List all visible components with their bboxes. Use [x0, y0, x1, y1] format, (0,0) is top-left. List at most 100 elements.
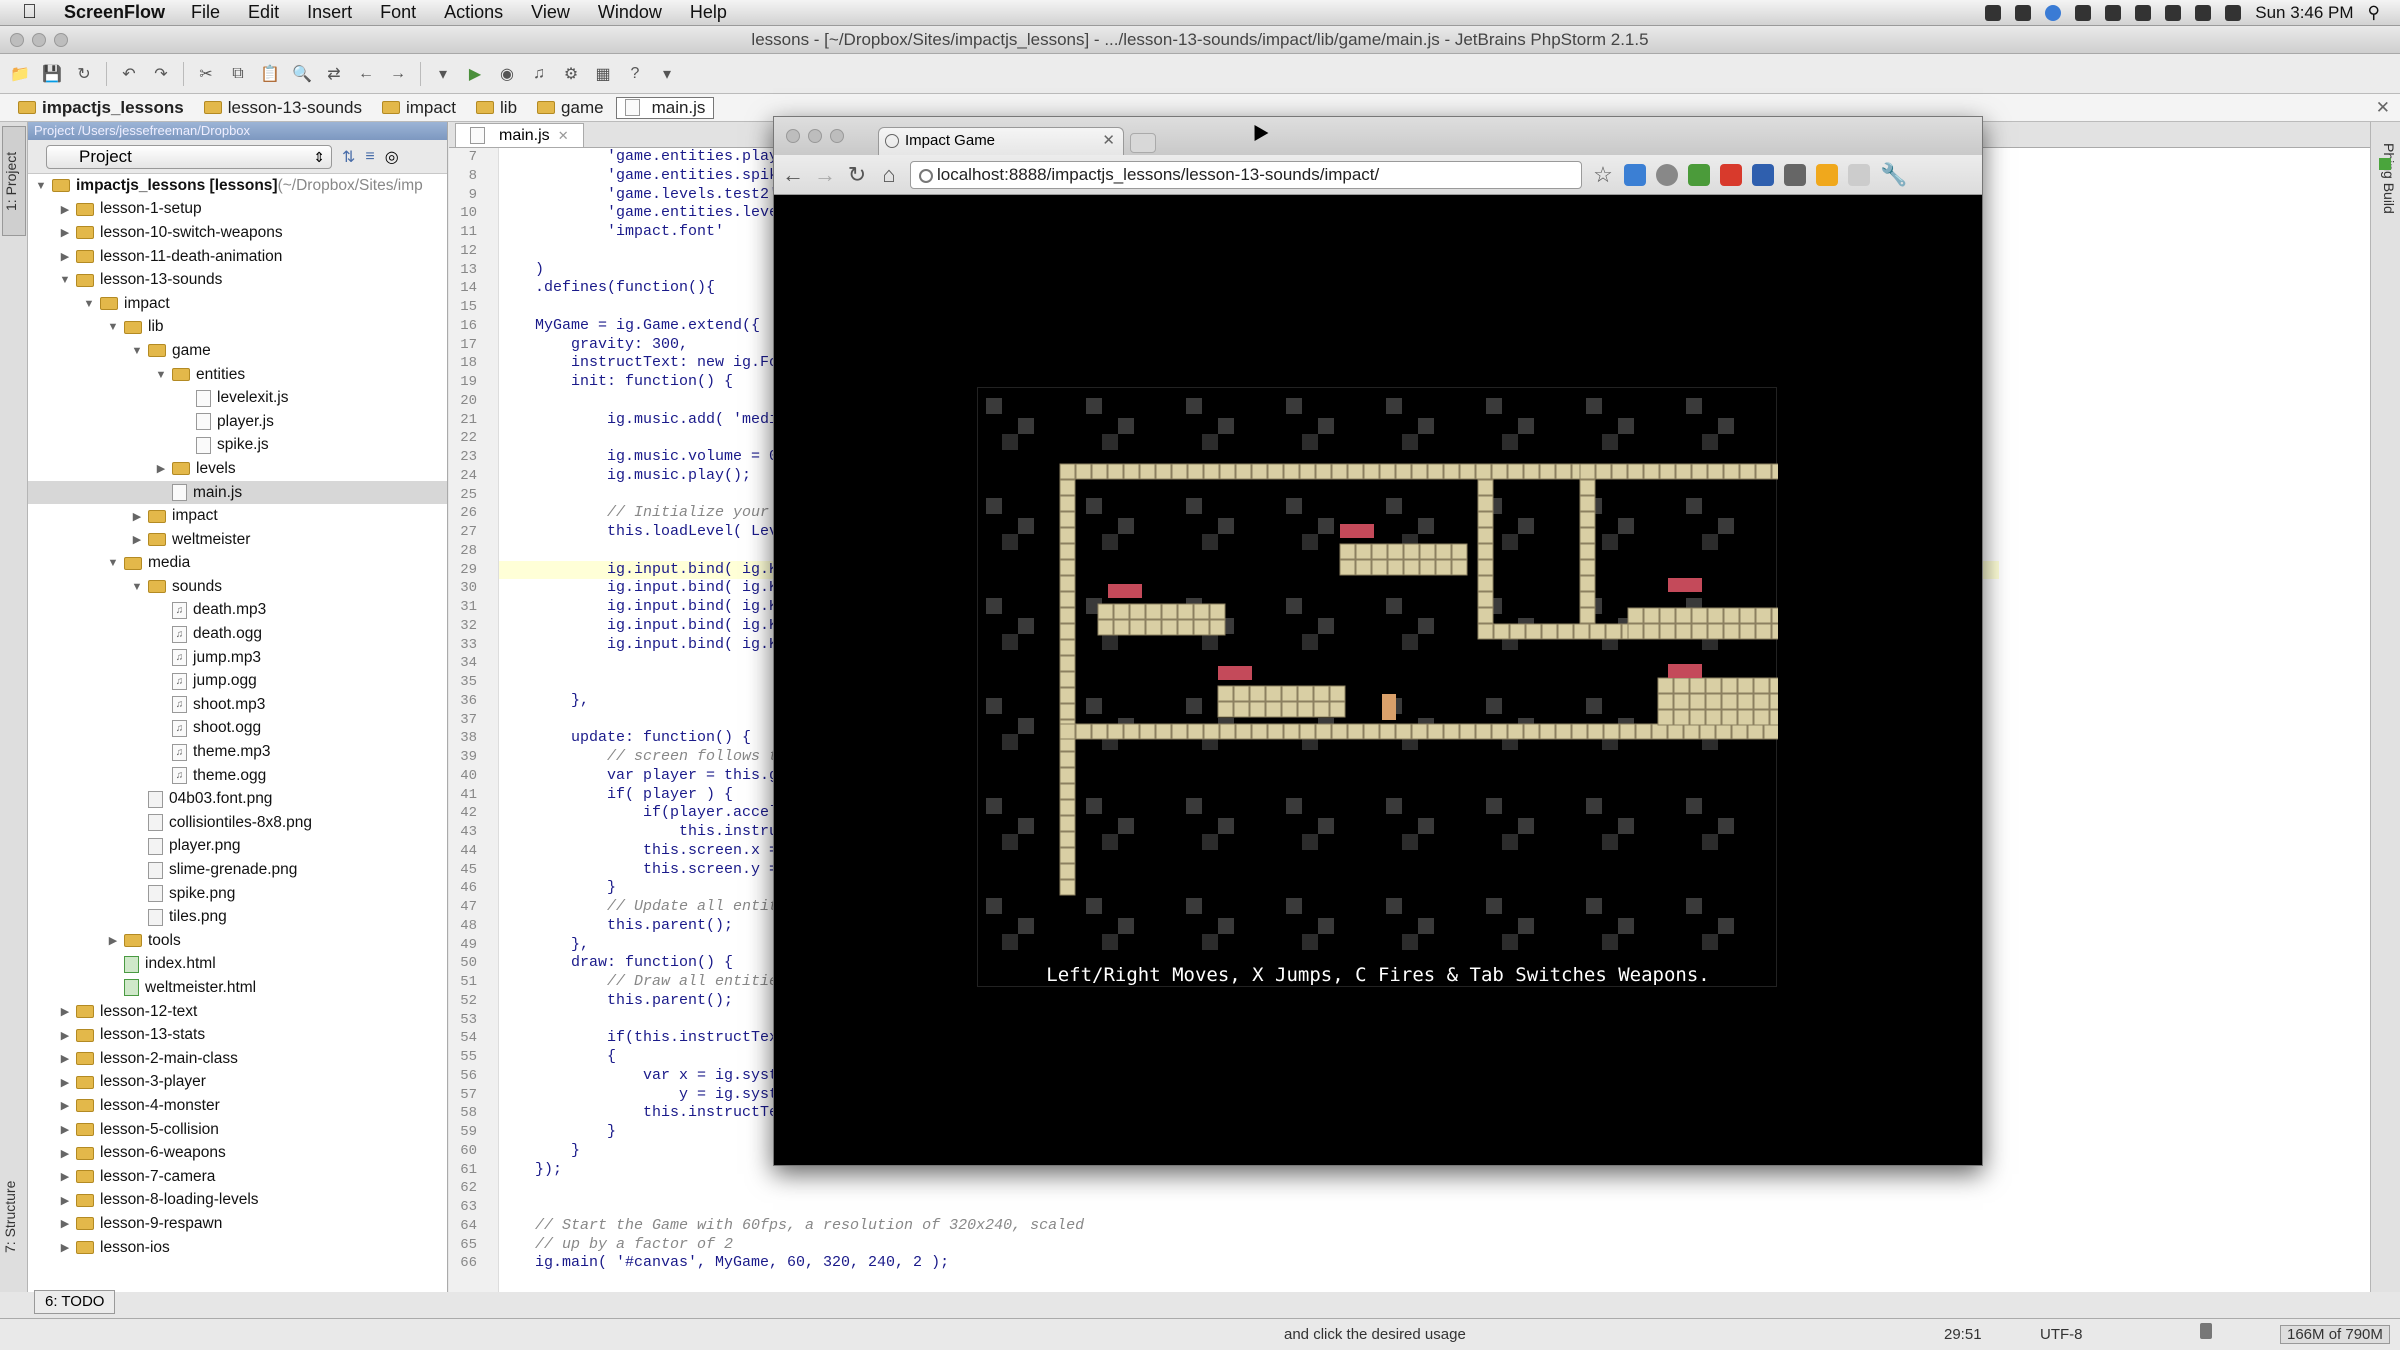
tree-folder[interactable]: ▶ lesson-11-death-animation [28, 245, 447, 269]
lock-icon[interactable] [2200, 1323, 2212, 1339]
extension-icon[interactable] [1752, 163, 1774, 186]
code-line[interactable]: 62 [460, 1179, 1999, 1198]
tree-folder[interactable]: ▶ lesson-12-text [28, 1000, 447, 1024]
tree-folder[interactable]: ▶ lesson-9-respawn [28, 1212, 447, 1236]
help-icon[interactable]: ? [621, 61, 649, 87]
breadcrumb-item[interactable]: impactjs_lessons [10, 98, 192, 118]
extension-icon[interactable] [1720, 163, 1742, 186]
game-canvas[interactable]: Left/Right Moves, X Jumps, C Fires & Tab… [977, 387, 2244, 987]
tree-file[interactable]: ♫ theme.mp3 [28, 740, 447, 764]
menu-file[interactable]: File [191, 2, 220, 22]
tree-folder[interactable]: ▼ entities [28, 363, 447, 387]
collapsed-arrow-icon[interactable]: ▶ [58, 1052, 72, 1065]
collapsed-arrow-icon[interactable]: ▶ [130, 533, 144, 546]
structure-icon[interactable]: ▦ [589, 61, 617, 87]
extension-icon[interactable] [1656, 163, 1678, 186]
browser-zoom-button[interactable] [830, 129, 844, 143]
breadcrumb-item[interactable]: game [529, 98, 612, 118]
code-line[interactable]: 65 // up by a factor of 2 [460, 1236, 1999, 1255]
tree-folder[interactable]: ▶ lesson-4-monster [28, 1094, 447, 1118]
tree-file[interactable]: player.png [28, 835, 447, 859]
home-icon[interactable]: ⌂ [878, 162, 900, 188]
tree-folder[interactable]: ▶ lesson-7-camera [28, 1165, 447, 1189]
wrench-icon[interactable]: 🔧 [1880, 162, 1907, 188]
headphones-icon[interactable] [2075, 5, 2092, 21]
extension-icon[interactable] [1688, 163, 1710, 186]
tree-file[interactable]: index.html [28, 953, 447, 977]
tree-file[interactable]: ♫ jump.ogg [28, 669, 447, 693]
project-tool-tab[interactable]: 1: Project [2, 126, 26, 236]
collapsed-arrow-icon[interactable]: ▶ [58, 203, 72, 216]
tree-file[interactable]: 04b03.font.png [28, 787, 447, 811]
run-icon[interactable]: ▶ [461, 61, 489, 87]
expanded-arrow-icon[interactable]: ▼ [106, 557, 120, 569]
tree-folder[interactable]: ▶ lesson-3-player [28, 1071, 447, 1095]
cut-icon[interactable]: ✂ [192, 61, 220, 87]
extension-icon[interactable] [1816, 163, 1838, 186]
collapsed-arrow-icon[interactable]: ▶ [58, 226, 72, 239]
menu-window[interactable]: Window [598, 2, 662, 22]
locate-icon[interactable]: ◎ [385, 147, 399, 167]
close-tab-icon[interactable]: ✕ [1102, 128, 1115, 154]
breadcrumb-item[interactable]: main.js [615, 96, 715, 119]
autoscroll-icon[interactable]: ≡ [365, 148, 374, 166]
menu-help[interactable]: Help [690, 2, 727, 22]
tree-folder[interactable]: ▶ levels [28, 457, 447, 481]
collapsed-arrow-icon[interactable]: ▶ [58, 1147, 72, 1160]
app-menu[interactable]: ScreenFlow [64, 2, 165, 23]
tree-folder[interactable]: ▼ lesson-13-sounds [28, 268, 447, 292]
todo-tool-button[interactable]: 6: TODO [34, 1290, 116, 1314]
forward-icon[interactable]: → [384, 61, 412, 87]
collapsed-arrow-icon[interactable]: ▶ [58, 1170, 72, 1183]
tree-file[interactable]: slime-grenade.png [28, 858, 447, 882]
new-tab-button[interactable] [1130, 133, 1156, 153]
tree-file[interactable]: collisiontiles-8x8.png [28, 811, 447, 835]
tree-folder[interactable]: ▶ lesson-8-loading-levels [28, 1189, 447, 1213]
back-icon[interactable]: ← [352, 61, 380, 87]
copy-icon[interactable]: ⧉ [224, 61, 252, 87]
undo-icon[interactable]: ↶ [115, 61, 143, 87]
tree-folder[interactable]: ▶ lesson-ios [28, 1236, 447, 1260]
collapsed-arrow-icon[interactable]: ▶ [58, 1241, 72, 1254]
save-icon[interactable]: 💾 [38, 61, 66, 87]
tree-folder[interactable]: ▼ lib [28, 316, 447, 340]
expanded-arrow-icon[interactable]: ▼ [58, 274, 72, 286]
tree-folder[interactable]: ▶ lesson-5-collision [28, 1118, 447, 1142]
expanded-arrow-icon[interactable]: ▼ [106, 321, 120, 333]
tree-file[interactable]: tiles.png [28, 905, 447, 929]
tree-folder[interactable]: ▼ impact [28, 292, 447, 316]
paste-icon[interactable]: 📋 [256, 61, 284, 87]
collapsed-arrow-icon[interactable]: ▶ [58, 1005, 72, 1018]
settings-icon[interactable]: ⚙ [557, 61, 585, 87]
menu-view[interactable]: View [531, 2, 570, 22]
tree-file[interactable]: weltmeister.html [28, 976, 447, 1000]
code-line[interactable]: 66 ig.main( '#canvas', MyGame, 60, 320, 2… [460, 1254, 1999, 1273]
wifi-icon[interactable] [2195, 5, 2212, 21]
run-config-dropdown-icon[interactable]: ▾ [429, 61, 457, 87]
collapsed-arrow-icon[interactable]: ▶ [58, 1123, 72, 1136]
collapsed-arrow-icon[interactable]: ▶ [58, 1194, 72, 1207]
tree-file[interactable]: levelexit.js [28, 386, 447, 410]
collapsed-arrow-icon[interactable]: ▶ [58, 250, 72, 263]
expanded-arrow-icon[interactable]: ▼ [82, 298, 96, 310]
dropbox-icon[interactable] [2105, 5, 2122, 21]
collapsed-arrow-icon[interactable]: ▶ [58, 1076, 72, 1089]
menubar-clock[interactable]: Sun 3:46 PM [2255, 3, 2353, 23]
extension-icon[interactable] [1848, 163, 1870, 186]
tree-folder[interactable]: ▼ game [28, 339, 447, 363]
sync-icon[interactable]: ↻ [70, 61, 98, 87]
collapsed-arrow-icon[interactable]: ▶ [130, 510, 144, 523]
memory-indicator[interactable]: 166M of 790M [2280, 1325, 2390, 1344]
menu-edit[interactable]: Edit [248, 2, 279, 22]
tree-folder[interactable]: ▶ tools [28, 929, 447, 953]
tree-folder[interactable]: ▶ lesson-6-weapons [28, 1141, 447, 1165]
collapsed-arrow-icon[interactable]: ▶ [58, 1217, 72, 1230]
tree-file[interactable]: ♫ death.ogg [28, 622, 447, 646]
twitter-icon[interactable] [2045, 5, 2062, 21]
tree-file[interactable]: ♫ jump.mp3 [28, 646, 447, 670]
caret-position[interactable]: 29:51 [1944, 1326, 1982, 1343]
breadcrumb-item[interactable]: lesson-13-sounds [196, 98, 370, 118]
menu-actions[interactable]: Actions [444, 2, 503, 22]
redo-icon[interactable]: ↷ [147, 61, 175, 87]
expanded-arrow-icon[interactable]: ▼ [34, 180, 48, 192]
